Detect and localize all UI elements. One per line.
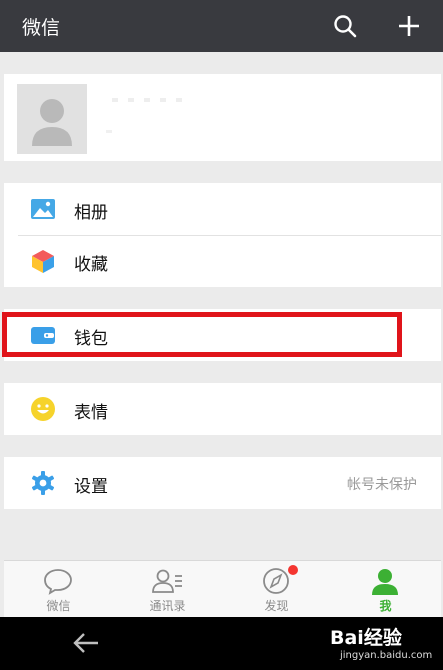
android-nav-bar: Bai经验 jingyan.baidu.com xyxy=(0,617,443,670)
chat-bubble-icon xyxy=(44,569,72,595)
tab-me-label: 我 xyxy=(379,599,392,613)
search-icon[interactable] xyxy=(330,11,360,41)
album-label: 相册 xyxy=(74,203,108,223)
watermark-url: jingyan.baidu.com xyxy=(340,650,433,661)
favorites-item[interactable]: 收藏 xyxy=(4,235,441,287)
blurred-id xyxy=(106,130,112,133)
tab-me[interactable]: 我 xyxy=(331,561,440,618)
default-avatar-icon xyxy=(17,84,87,154)
back-arrow-icon[interactable] xyxy=(70,629,102,657)
plus-icon[interactable] xyxy=(394,11,424,41)
baidu-jingyan-logo: Bai经验 xyxy=(330,627,402,649)
tab-contacts[interactable]: 通讯录 xyxy=(113,561,222,618)
album-item[interactable]: 相册 xyxy=(4,183,441,235)
top-bar: 微信 xyxy=(0,0,443,52)
blurred-nickname xyxy=(112,98,190,102)
album-icon xyxy=(31,199,55,219)
profile-card[interactable] xyxy=(4,74,441,161)
tab-discover-label: 发现 xyxy=(264,599,289,613)
highlight-box xyxy=(2,312,402,357)
stickers-group: 表情 xyxy=(4,383,441,435)
media-group: 相册 收藏 xyxy=(4,183,441,287)
tab-chats-label: 微信 xyxy=(46,599,71,613)
app-title: 微信 xyxy=(22,17,61,39)
notification-dot xyxy=(288,565,298,575)
settings-label: 设置 xyxy=(74,477,108,497)
favorites-label: 收藏 xyxy=(74,255,108,275)
favorites-cube-icon xyxy=(32,250,54,273)
smiley-icon xyxy=(31,397,55,421)
account-unprotected-hint: 帐号未保护 xyxy=(347,477,417,493)
tab-chats[interactable]: 微信 xyxy=(4,561,113,618)
bottom-tab-bar: 微信 通讯录 发现 我 xyxy=(4,560,441,617)
settings-item[interactable]: 设置 帐号未保护 xyxy=(4,457,441,509)
tab-contacts-label: 通讯录 xyxy=(149,599,186,613)
tab-discover[interactable]: 发现 xyxy=(222,561,331,618)
person-icon xyxy=(372,569,398,595)
gear-icon xyxy=(31,471,55,495)
settings-group: 设置 帐号未保护 xyxy=(4,457,441,509)
contacts-icon xyxy=(152,569,182,593)
stickers-label: 表情 xyxy=(74,403,108,423)
stickers-item[interactable]: 表情 xyxy=(4,383,441,435)
